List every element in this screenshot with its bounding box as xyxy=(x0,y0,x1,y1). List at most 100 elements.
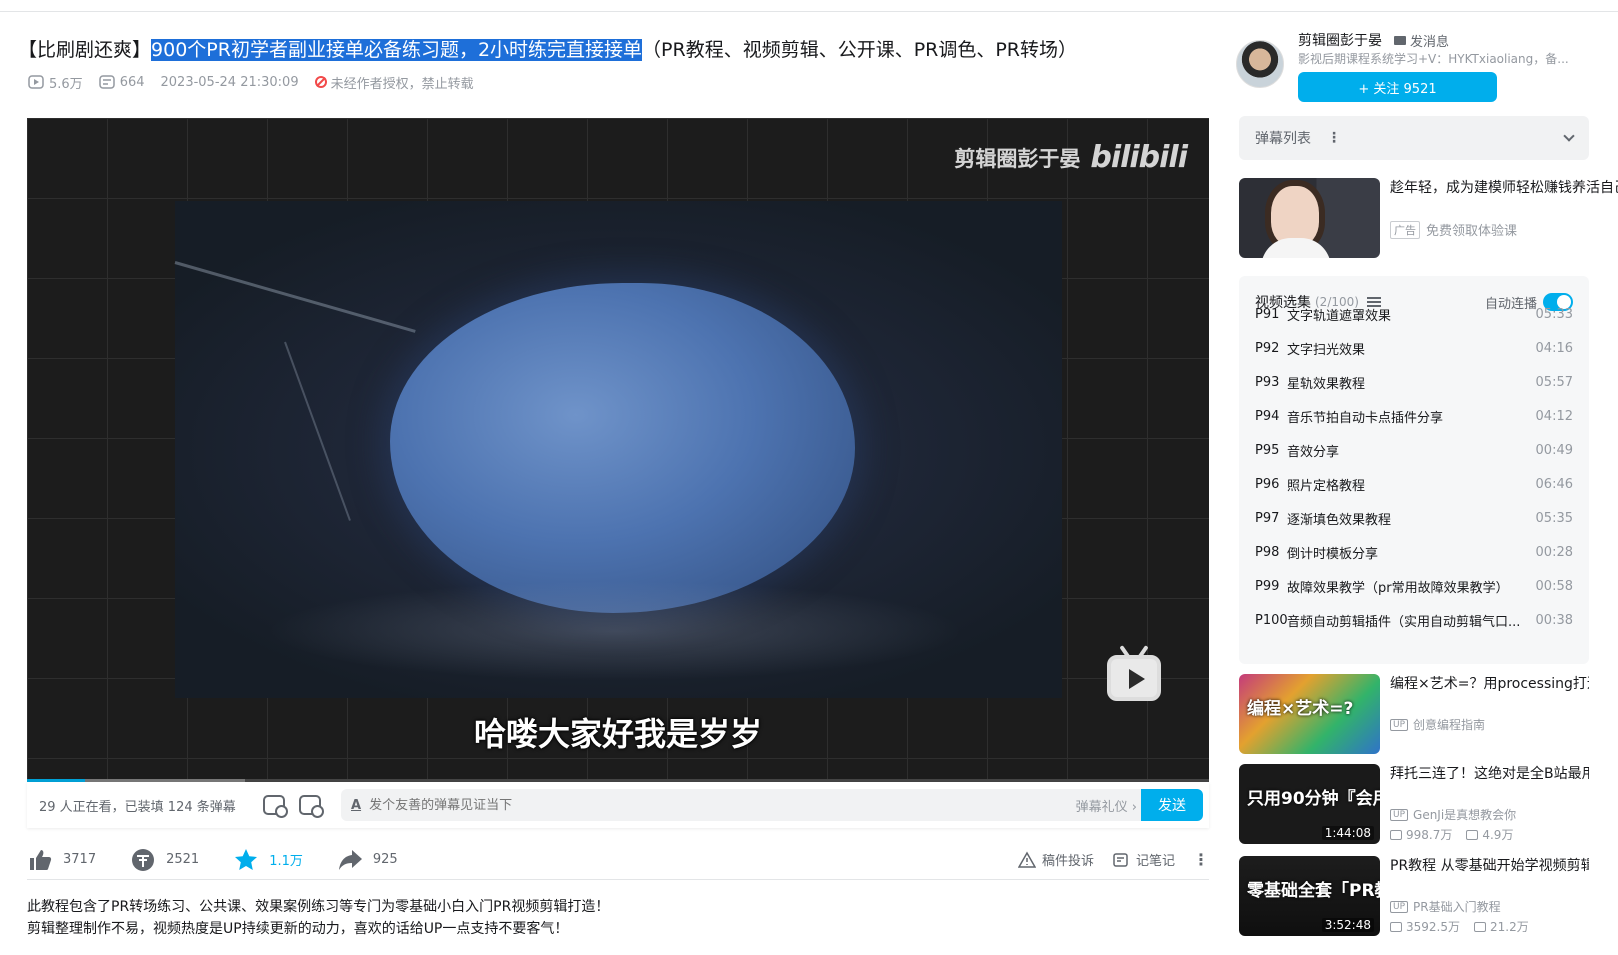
danmaku-settings-icon[interactable] xyxy=(299,795,324,818)
video-player[interactable]: 剪辑圈彭于晏 bilibili 哈喽大家好我是岁岁 xyxy=(27,118,1209,782)
uploader-sign: 影视后期课程系统学习+V：HYKTxiaoliang，备... xyxy=(1298,52,1569,66)
sub: 广告 免费领取体验课 xyxy=(1390,220,1517,239)
send-message-link[interactable]: 发消息 xyxy=(1394,31,1449,50)
episode-title: 音效分享 xyxy=(1287,444,1340,460)
playlist-item[interactable]: P93 星轨效果教程 05:57 xyxy=(1255,372,1573,392)
danmaku-etiquette-link[interactable]: 弹幕礼仪 › xyxy=(1076,796,1137,815)
episode-number: P98 xyxy=(1255,544,1280,560)
fog xyxy=(265,581,965,681)
note-icon xyxy=(1113,852,1128,867)
road xyxy=(284,341,351,521)
playlist-item[interactable]: P98 倒计时模板分享 00:28 xyxy=(1255,542,1573,562)
video-duration: 1:44:08 xyxy=(1321,826,1374,840)
video-thumbnail[interactable]: 只用90分钟『会用Pr』 1:44:08 xyxy=(1239,764,1380,844)
danmaku-style-icon[interactable]: A xyxy=(351,798,361,813)
playlist-panel: 视频选集 (2/100) 自动连播 P91 文字轨道遮罩效果 05:33 P92 文字扫… xyxy=(1239,276,1589,664)
video-title: 【比刷剧还爽】900个PR初学者副业接单必备练习题，2小时练完直接接单（PR教程… xyxy=(18,36,1178,64)
playlist-item[interactable]: P96 照片定格教程 06:46 xyxy=(1255,474,1573,494)
mail-icon xyxy=(1394,35,1406,45)
playlist-item[interactable]: P92 文字扫光效果 04:16 xyxy=(1255,338,1573,358)
warning-icon xyxy=(1017,850,1036,868)
recommended-title[interactable]: 编程×艺术=？用processing打造梦幻作品，你也可以！ xyxy=(1390,674,1589,694)
recommended-video[interactable]: 只用90分钟『会用Pr』 1:44:08 拜托三连了！这绝对是全B站最用心（没有之一… xyxy=(1239,764,1589,844)
more-button[interactable]: ⋮ xyxy=(1193,850,1209,869)
danmaku-toggle-icon[interactable] xyxy=(263,795,288,818)
video-thumbnail[interactable]: 零基础全套「PR教程」 3:52:48 xyxy=(1239,856,1380,936)
crater-lake xyxy=(390,283,855,613)
danmaku-input[interactable] xyxy=(369,797,1076,813)
recommended-owner[interactable]: UP GenJi是真想教会你 xyxy=(1390,806,1516,823)
top-divider xyxy=(0,0,1618,12)
share-button[interactable]: 925 xyxy=(337,847,398,873)
forbidden-icon xyxy=(314,76,327,88)
up-badge-icon: UP xyxy=(1390,718,1409,731)
uploader-avatar[interactable] xyxy=(1236,40,1284,88)
chevron-down-icon[interactable] xyxy=(1563,130,1575,142)
video-duration: 3:52:48 xyxy=(1321,918,1374,932)
recommended-video[interactable]: 零基础全套「PR教程」 3:52:48 PR教程 从零基础开始学视频剪辑（新手入门实… xyxy=(1239,856,1589,936)
video-description: 此教程包含了PR转场练习、公共课、效果案例练习等专门为零基础小白入门PR视频剪辑… xyxy=(27,896,609,940)
episode-number: P97 xyxy=(1255,510,1280,526)
episode-title: 文字轨道遮罩效果 xyxy=(1287,308,1392,324)
ad-card[interactable]: 趁年轻，成为建模师轻松赚钱养活自己 广告 免费领取体验课 xyxy=(1239,178,1618,258)
face xyxy=(1271,186,1319,246)
playlist-item[interactable]: P100 音频自动剪辑插件（实用自动剪辑气口... 00:38 xyxy=(1255,610,1573,630)
coin-button[interactable]: 2521 xyxy=(130,847,199,873)
recommended-title[interactable]: PR教程 从零基础开始学视频剪辑（新手入门实用版2023） xyxy=(1390,856,1589,876)
uploader-card: 剪辑圈彭于晏 发消息 影视后期课程系统学习+V：HYKTxiaoliang，备.… xyxy=(1236,30,1592,102)
bilibili-tv-icon xyxy=(1107,655,1161,701)
notes-button[interactable]: 记笔记 xyxy=(1112,850,1175,869)
publish-time: 2023-05-24 21:30:09 xyxy=(160,74,299,90)
thumbnail-caption: 零基础全套「PR教程」 xyxy=(1247,881,1380,901)
play-count-icon xyxy=(28,75,44,89)
danmaku-list-label: 弹幕列表 xyxy=(1255,131,1311,147)
episode-duration: 04:12 xyxy=(1535,408,1573,424)
ad-title[interactable]: 趁年轻，成为建模师轻松赚钱养活自己 xyxy=(1390,178,1618,198)
episode-number: P99 xyxy=(1255,578,1280,594)
episode-duration: 00:38 xyxy=(1535,612,1573,628)
recommended-title[interactable]: 拜托三连了！这绝对是全B站最用心（没有之一）的PR... xyxy=(1390,764,1589,784)
episode-number: P96 xyxy=(1255,476,1280,492)
ad-cta[interactable]: 免费领取体验课 xyxy=(1426,220,1517,239)
uploader-name[interactable]: 剪辑圈彭于晏 xyxy=(1298,30,1382,50)
episode-title: 音乐节拍自动卡点插件分享 xyxy=(1287,410,1444,426)
episode-title: 音频自动剪辑插件（实用自动剪辑气口... xyxy=(1287,614,1521,630)
playlist-item[interactable]: P91 文字轨道遮罩效果 05:33 xyxy=(1255,304,1573,324)
report-button[interactable]: 稿件投诉 xyxy=(1017,850,1094,869)
like-button[interactable]: 3717 xyxy=(27,847,96,873)
description-line1: 此教程包含了PR转场练习、公共课、效果案例练习等专门为零基础小白入门PR视频剪辑… xyxy=(27,899,610,915)
watching-status: 29 人正在看，已装填 124 条弹幕 xyxy=(39,799,236,815)
up-badge-icon: UP xyxy=(1390,808,1409,821)
danmaku-list-more-icon[interactable]: ⋮ xyxy=(1327,130,1341,146)
playlist-item[interactable]: P99 故障效果教学（pr常用故障效果教学） 00:58 xyxy=(1255,576,1573,596)
copyright-notice: 未经作者授权，禁止转载 xyxy=(314,73,474,92)
episode-number: P94 xyxy=(1255,408,1280,424)
thumbs-up-icon xyxy=(30,849,52,870)
playlist-item[interactable]: P94 音乐节拍自动卡点插件分享 04:12 xyxy=(1255,406,1573,426)
thumbnail-caption: 只用90分钟『会用Pr』 xyxy=(1247,789,1380,809)
episode-number: P91 xyxy=(1255,306,1280,322)
ad-thumbnail[interactable] xyxy=(1239,178,1380,258)
send-danmaku-button[interactable]: 发送 xyxy=(1141,789,1203,821)
favorite-button[interactable]: 1.1万 xyxy=(233,847,303,873)
play xyxy=(1129,669,1145,689)
right: 稿件投诉 记笔记 ⋮ xyxy=(1017,850,1209,869)
follow-button[interactable]: + 关注 9521 xyxy=(1298,72,1497,102)
episode-number: P93 xyxy=(1255,374,1280,390)
danmaku-icon xyxy=(98,75,115,89)
recommended-owner[interactable]: UP PR基础入门教程 xyxy=(1390,898,1501,915)
player-watermark: 剪辑圈彭于晏 bilibili xyxy=(954,140,1188,175)
playlist-item[interactable]: P97 逐渐填色效果教程 05:35 xyxy=(1255,508,1573,528)
ad-tag: 广告 xyxy=(1390,220,1420,239)
recommended-owner[interactable]: UP 创意编程指南 xyxy=(1390,716,1485,733)
danmaku-list-header[interactable]: 弹幕列表 ⋮ xyxy=(1239,116,1589,160)
play-count-icon xyxy=(1390,829,1402,840)
thumbnail-caption: 编程×艺术=? xyxy=(1247,699,1354,719)
playlist-item[interactable]: P95 音效分享 00:49 xyxy=(1255,440,1573,460)
video-frame xyxy=(174,201,1062,698)
recommended-video[interactable]: 编程×艺术=? 编程×艺术=？用processing打造梦幻作品，你也可以！ UP创… xyxy=(1239,674,1589,754)
episode-duration: 00:49 xyxy=(1535,442,1573,458)
road xyxy=(174,261,416,333)
video-thumbnail[interactable]: 编程×艺术=? xyxy=(1239,674,1380,754)
description-line2: 剪辑整理制作不易，视频热度是UP持续更新的动力，喜欢的话给UP一点支持不要客气！ xyxy=(27,921,569,937)
